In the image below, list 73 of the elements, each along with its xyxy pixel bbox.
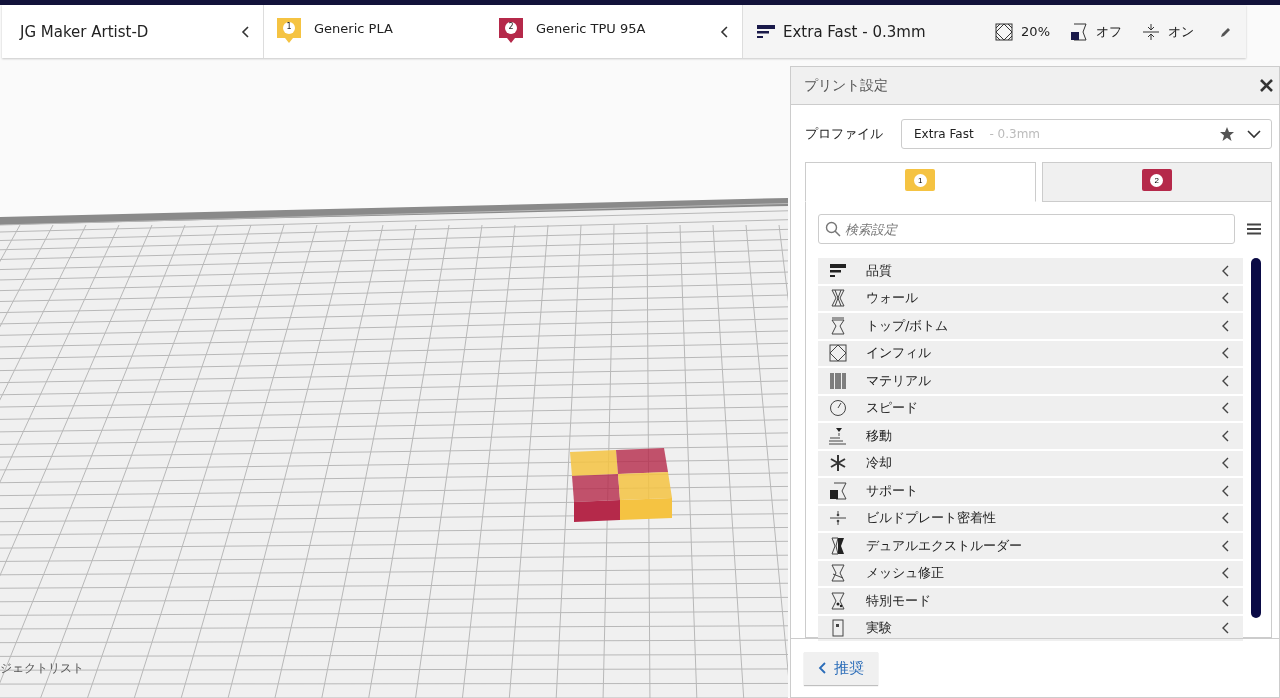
infill-icon xyxy=(828,344,848,363)
material-icon xyxy=(828,371,848,390)
panel-title: プリント設定 xyxy=(804,76,888,95)
expand-chevron-icon xyxy=(1221,567,1229,580)
expand-chevron-icon xyxy=(1221,457,1229,470)
close-icon[interactable] xyxy=(1260,79,1273,92)
infill-pattern-icon xyxy=(995,22,1014,41)
settings-category[interactable]: デュアルエクストルーダー xyxy=(818,533,1243,559)
walls-icon xyxy=(828,289,848,308)
expand-chevron-icon xyxy=(1221,484,1229,497)
search-icon xyxy=(825,221,841,237)
quality-bars-icon xyxy=(757,23,775,40)
settings-category[interactable]: 実験 xyxy=(818,615,1243,641)
infill-value: 20% xyxy=(1021,24,1050,39)
adhesion-value: オン xyxy=(1168,22,1194,41)
profile-summary[interactable]: Extra Fast - 0.3mm xyxy=(783,22,926,41)
settings-category[interactable]: 冷却 xyxy=(818,450,1243,476)
extruder-number: 1 xyxy=(285,21,293,33)
settings-category[interactable]: 移動 xyxy=(818,423,1243,449)
expand-chevron-icon xyxy=(1221,319,1229,332)
settings-category[interactable]: 品質 xyxy=(818,258,1243,284)
settings-category[interactable]: トップ/ボトム xyxy=(818,313,1243,339)
printer-name[interactable]: JG Maker Artist-D xyxy=(20,22,149,41)
scrollbar-thumb[interactable] xyxy=(1251,258,1261,618)
extruder-tab[interactable]: 2 xyxy=(1041,162,1272,202)
back-chevron-icon xyxy=(818,662,826,674)
expand-chevron-icon xyxy=(1221,512,1229,525)
collapse-chevron-icon[interactable] xyxy=(720,25,728,38)
profile-dropdown[interactable]: Extra Fast - 0.3mm xyxy=(901,119,1272,149)
extruder-badge: 2 xyxy=(1141,169,1172,191)
settings-category[interactable]: ビルドプレート密着性 xyxy=(818,505,1243,531)
travel-icon xyxy=(828,426,848,445)
support-icon xyxy=(1070,22,1088,41)
topbottom-icon xyxy=(828,316,848,335)
expand-chevron-icon xyxy=(1221,347,1229,360)
settings-category[interactable]: マテリアル xyxy=(818,368,1243,394)
settings-category[interactable]: インフィル xyxy=(818,340,1243,366)
pencil-icon[interactable] xyxy=(1220,25,1232,38)
settings-category[interactable]: メッシュ修正 xyxy=(818,560,1243,586)
search-field[interactable]: 検索設定 xyxy=(818,214,1235,244)
expand-chevron-icon xyxy=(1221,429,1229,442)
support-value: オフ xyxy=(1096,22,1122,41)
extruder-number: 2 xyxy=(507,21,515,33)
special-icon xyxy=(828,591,848,610)
mesh-icon xyxy=(828,564,848,583)
object-list-label[interactable]: ジェクトリスト xyxy=(0,660,84,677)
extruder-tab[interactable]: 1 xyxy=(805,162,1036,202)
material-name[interactable]: Generic TPU 95A xyxy=(536,21,646,36)
expand-chevron-icon xyxy=(1221,292,1229,305)
speed-icon xyxy=(828,399,848,418)
settings-category[interactable]: サポート xyxy=(818,478,1243,504)
adhesion-icon xyxy=(1142,22,1160,41)
material-name[interactable]: Generic PLA xyxy=(314,21,393,36)
menu-icon[interactable] xyxy=(1247,223,1261,235)
expand-chevron-icon xyxy=(1221,374,1229,387)
profile-label: プロファイル xyxy=(805,125,883,143)
extruder-badge: 1 xyxy=(905,169,936,191)
expand-chevron-icon xyxy=(1221,402,1229,415)
expand-chevron-icon xyxy=(1221,539,1229,552)
adhesion-icon xyxy=(828,509,848,528)
quality-icon xyxy=(828,261,848,280)
dropdown-chevron-icon xyxy=(1247,129,1261,139)
recommended-button[interactable]: 推奨 xyxy=(804,651,878,685)
expand-chevron-icon xyxy=(1221,622,1229,635)
expand-chevron-icon xyxy=(1221,264,1229,277)
collapse-chevron-icon[interactable] xyxy=(241,25,249,38)
star-icon[interactable] xyxy=(1219,126,1235,142)
expand-chevron-icon xyxy=(1221,594,1229,607)
support-icon xyxy=(828,481,848,500)
settings-category[interactable]: 特別モード xyxy=(818,588,1243,614)
settings-category[interactable]: スピード xyxy=(818,395,1243,421)
cooling-icon xyxy=(828,454,848,473)
settings-category[interactable]: ウォール xyxy=(818,285,1243,311)
